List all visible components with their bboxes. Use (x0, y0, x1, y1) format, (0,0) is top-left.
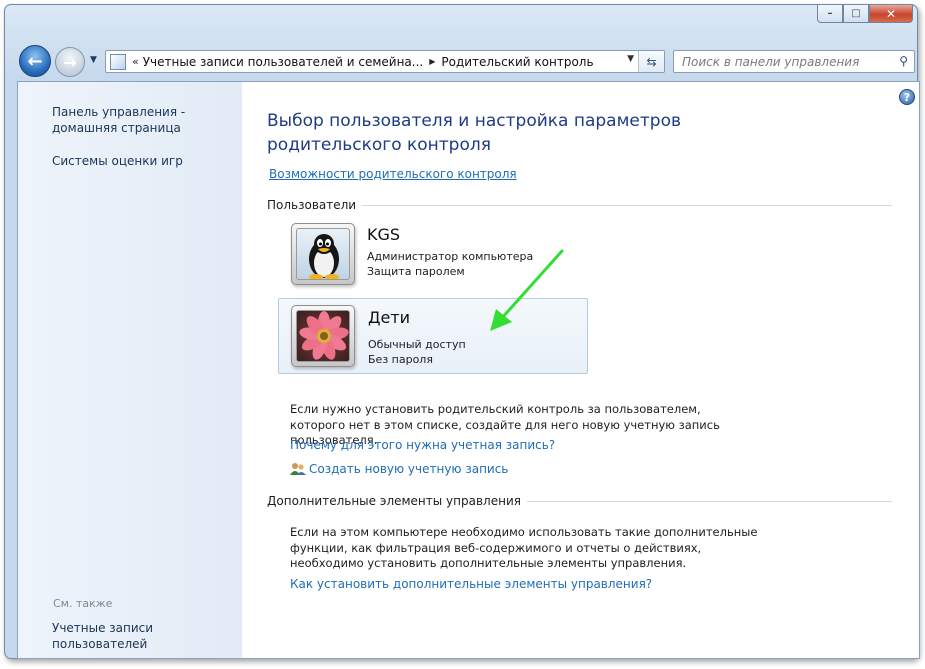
refresh-icon: ⇆ (646, 54, 657, 69)
sidebar-item-game-ratings[interactable]: Системы оценки игр (52, 153, 183, 169)
recent-pages-dropdown[interactable]: ▼ (90, 55, 97, 65)
back-arrow-icon: ← (27, 50, 43, 72)
breadcrumb-item-current[interactable]: Родительский контроль (441, 55, 593, 69)
breadcrumb-separator-icon[interactable]: ▶ (429, 57, 435, 66)
main-panel: ? Выбор пользователя и настройка парамет… (242, 82, 919, 658)
create-account-link[interactable]: Создать новую учетную запись (290, 462, 508, 476)
extra-controls-section-title: Дополнительные элементы управления (267, 494, 521, 508)
content-area: Панель управления - домашняя страница Си… (17, 81, 920, 659)
create-account-label: Создать новую учетную запись (309, 462, 509, 476)
address-dropdown-icon[interactable]: ▼ (627, 54, 634, 64)
users-section-title: Пользователи (267, 198, 357, 212)
users-section-header: Пользователи (267, 198, 892, 212)
minimize-button[interactable]: – (817, 5, 843, 23)
parental-control-features-link[interactable]: Возможности родительского контроля (269, 167, 517, 181)
maximize-button[interactable]: □ (843, 5, 869, 23)
back-button[interactable]: ← (19, 45, 51, 77)
user-tile-children[interactable]: Дети Обычный доступ Без пароля (278, 298, 588, 374)
user-password-status: Без пароля (368, 353, 433, 366)
see-also-heading: См. также (53, 597, 113, 610)
page-title: Выбор пользователя и настройка параметро… (267, 111, 682, 155)
user-tile-kgs[interactable]: KGS Администратор компьютера Защита паро… (278, 216, 588, 292)
user-name: KGS (367, 225, 401, 244)
user-name: Дети (368, 308, 411, 327)
user-avatar (291, 305, 355, 367)
breadcrumb-item[interactable]: Учетные записи пользователей и семейна..… (143, 55, 423, 69)
forward-arrow-icon: → (63, 52, 77, 72)
user-role: Обычный доступ (368, 338, 466, 351)
sidebar: Панель управления - домашняя страница Си… (18, 82, 242, 658)
control-panel-icon (110, 53, 126, 70)
users-icon (290, 463, 306, 475)
search-box[interactable]: ⚲ (673, 50, 915, 73)
address-bar[interactable]: « Учетные записи пользователей и семейна… (105, 50, 665, 73)
search-icon[interactable]: ⚲ (899, 54, 908, 68)
sidebar-item-user-accounts[interactable]: Учетные записи пользователей (52, 620, 242, 652)
search-input[interactable] (682, 54, 892, 69)
help-icon[interactable]: ? (899, 89, 915, 105)
flower-avatar-icon (296, 310, 350, 362)
window-frame: – □ ✕ ← → ▼ « Учетные записи пользовател… (4, 4, 920, 659)
user-password-status: Защита паролем (367, 265, 465, 278)
extra-controls-text: Если на этом компьютере необходимо испол… (290, 525, 758, 570)
forward-button[interactable]: → (55, 47, 85, 77)
user-avatar (291, 223, 355, 285)
refresh-button[interactable]: ⇆ (638, 51, 664, 72)
extra-controls-section-header: Дополнительные элементы управления (267, 494, 892, 508)
section-divider (526, 500, 892, 502)
caption-buttons: – □ ✕ (817, 5, 913, 23)
why-account-needed-link[interactable]: Почему для этого нужна учетная запись? (290, 438, 555, 452)
user-role: Администратор компьютера (367, 250, 534, 263)
install-extra-controls-link[interactable]: Как установить дополнительные элементы у… (290, 577, 652, 591)
section-divider (362, 204, 892, 206)
penguin-avatar-icon (296, 228, 350, 280)
close-button[interactable]: ✕ (869, 5, 913, 23)
sidebar-item-home[interactable]: Панель управления - домашняя страница (52, 104, 242, 136)
breadcrumb-overflow-chevron[interactable]: « (132, 55, 139, 68)
